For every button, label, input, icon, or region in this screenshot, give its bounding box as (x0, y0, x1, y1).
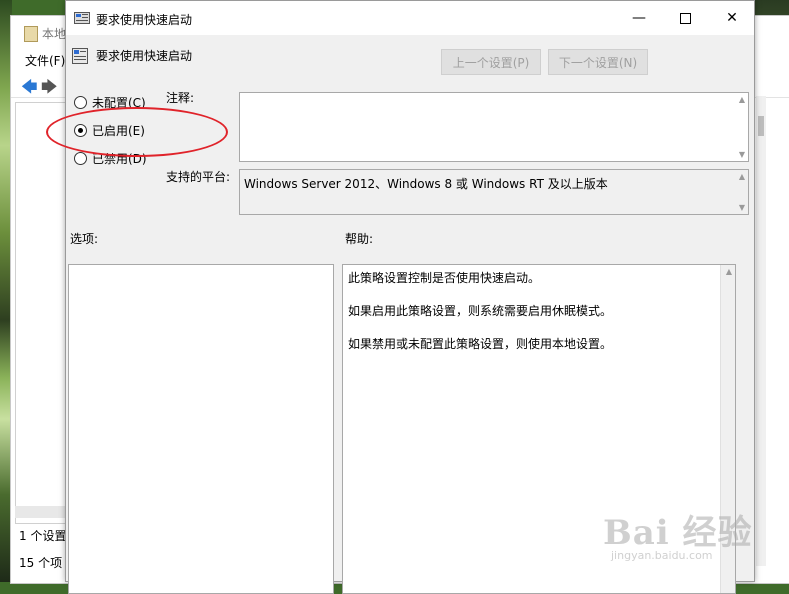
options-pane (68, 264, 334, 594)
watermark-brand: Bai 经验 (603, 513, 753, 553)
comment-label: 注释: (166, 91, 195, 105)
help-text-line: 如果禁用或未配置此策略设置，则使用本地设置。 (348, 337, 613, 351)
scroll-down-arrow-icon[interactable]: ▼ (739, 150, 745, 159)
scroll-down-arrow-icon[interactable]: ▼ (739, 203, 745, 212)
forward-arrow-icon[interactable]: 🡆 (41, 76, 58, 103)
minimize-button[interactable]: — (616, 1, 662, 35)
scroll-up-arrow-icon[interactable]: ▲ (726, 267, 732, 276)
baidu-jingyan-watermark: Bai 经验 jingyan.baidu.com (603, 505, 753, 562)
editor-scroll-thumb[interactable] (758, 116, 764, 136)
radio-button-circle[interactable] (74, 96, 87, 109)
close-button[interactable]: ✕ (709, 1, 755, 35)
next-setting-button[interactable]: 下一个设置(N) (548, 49, 648, 75)
editor-right-scrollbar[interactable] (756, 96, 766, 566)
help-text-line: 如果启用此策略设置，则系统需要启用休眠模式。 (348, 304, 613, 318)
back-arrow-icon[interactable]: 🡄 (21, 76, 38, 103)
red-highlight-ellipse (46, 107, 228, 157)
policy-header-icon (72, 48, 88, 64)
scroll-up-arrow-icon[interactable]: ▲ (739, 95, 745, 104)
policy-name-heading: 要求使用快速启动 (96, 49, 193, 63)
policy-file-icon (24, 26, 38, 42)
radio-button-circle[interactable] (74, 152, 87, 165)
previous-setting-button[interactable]: 上一个设置(P) (441, 49, 541, 75)
policy-setting-dialog: 要求使用快速启动 — ✕ 要求使用快速启动 上一个设置(P) 下一个设置(N) … (46, 0, 755, 594)
options-label: 选项: (70, 232, 99, 246)
tree-horizontal-scrollbar[interactable] (15, 506, 67, 518)
comment-textarea[interactable]: ▲ ▼ (239, 92, 749, 162)
supported-platform-box: Windows Server 2012、Windows 8 或 Windows … (239, 169, 749, 215)
dialog-titlebar: 要求使用快速启动 — ✕ (66, 1, 754, 35)
help-label: 帮助: (345, 232, 374, 246)
editor-title: 本地 (42, 27, 67, 41)
watermark-url: jingyan.baidu.com (611, 549, 713, 562)
supported-platform-value: Windows Server 2012、Windows 8 或 Windows … (244, 177, 608, 191)
status-item-count: 15 个项 (19, 556, 63, 570)
status-setting-count: 1 个设置 (19, 529, 67, 543)
menu-file[interactable]: 文件(F) (25, 52, 65, 69)
help-text-line: 此策略设置控制是否使用快速启动。 (348, 271, 541, 285)
maximize-button[interactable] (662, 1, 708, 35)
policy-tree-pane[interactable] (15, 102, 69, 524)
supported-platform-label: 支持的平台: (166, 170, 231, 184)
scroll-up-arrow-icon[interactable]: ▲ (739, 172, 745, 181)
maximize-icon (679, 12, 691, 24)
policy-setting-icon (74, 12, 90, 24)
dialog-title: 要求使用快速启动 (96, 13, 193, 27)
